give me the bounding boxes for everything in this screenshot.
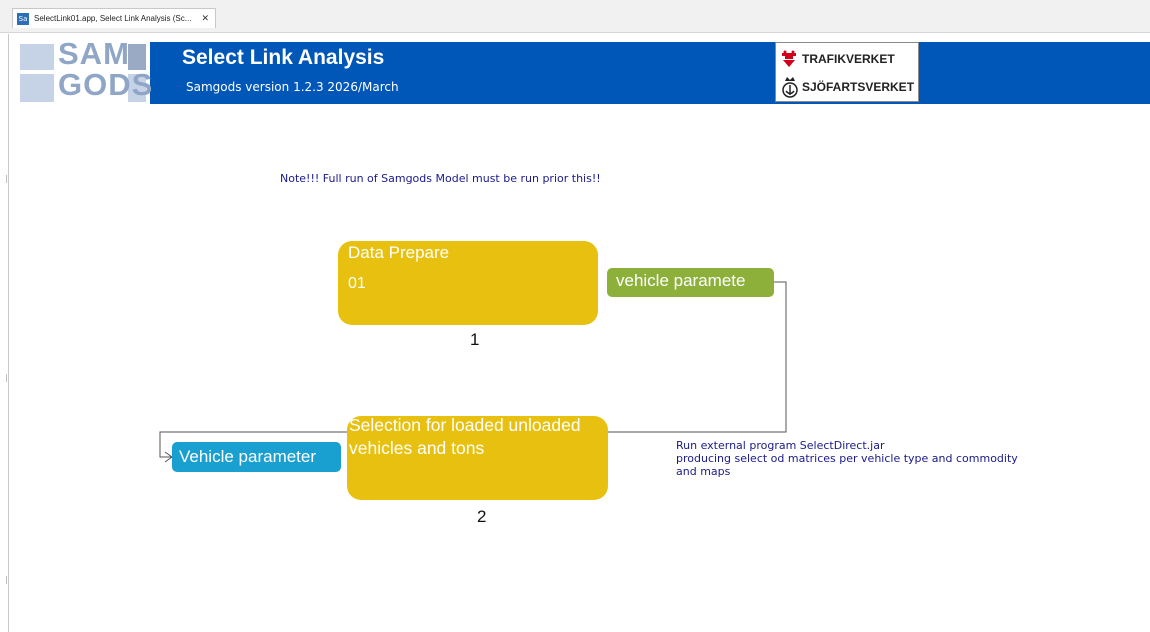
vehicle-parameter-input[interactable]: Vehicle parameter [172,442,341,472]
vehicle-parameter-output[interactable]: vehicle paramete [607,268,774,297]
node-subtitle: 01 [348,275,366,292]
node-title: Data Prepare [348,243,450,262]
node-title: Selection for loaded unloaded vehicles a… [349,416,581,458]
step-number-2: 2 [477,507,487,526]
data-prepare-node[interactable]: Data Prepare 01 [338,241,598,325]
step-number-1: 1 [470,330,480,349]
selection-node[interactable]: Selection for loaded unloaded vehicles a… [347,416,608,500]
external-program-description: Run external program SelectDirect.jar pr… [676,439,1018,478]
